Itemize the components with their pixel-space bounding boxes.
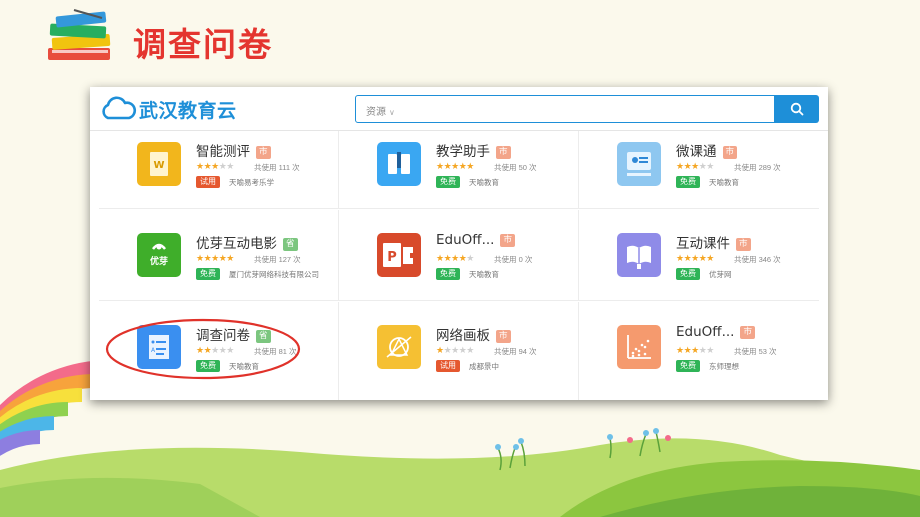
- rating-stars: ★★★★★: [436, 346, 474, 356]
- search-button[interactable]: [775, 95, 819, 123]
- provider-name: 厦门优芽网络科技有限公司: [229, 270, 319, 279]
- provider-name: 天喻教育: [709, 178, 739, 187]
- app-card[interactable]: EduOff... 市 ★★★★★ 共使用 53 次 免费 东师理想: [579, 302, 819, 400]
- svg-text:P: P: [387, 250, 397, 265]
- provider-name: 成都景中: [469, 362, 499, 371]
- provider-name: 优芽网: [709, 270, 732, 279]
- app-name: 教学助手: [436, 144, 490, 160]
- app-card[interactable]: W 智能测评市 ★★★★★ 共使用 111 次 试用 天喻易考乐学: [99, 131, 339, 209]
- price-badge: 免费: [676, 360, 700, 372]
- price-badge: 试用: [436, 360, 460, 372]
- usage-count: 共使用 53 次: [734, 347, 777, 356]
- svg-text:W: W: [153, 160, 164, 171]
- svg-text:优芽: 优芽: [150, 255, 168, 267]
- usage-count: 共使用 50 次: [494, 163, 537, 172]
- price-badge: 免费: [676, 268, 700, 280]
- powerpoint-icon: P: [377, 233, 421, 277]
- price-badge: 免费: [436, 268, 460, 280]
- usage-count: 共使用 289 次: [734, 163, 781, 172]
- search-icon: [790, 102, 804, 116]
- level-badge: 市: [496, 330, 511, 343]
- interactive-courseware-icon: [617, 233, 661, 277]
- app-card[interactable]: 教学助手市 ★★★★★ 共使用 50 次 免费 天喻教育: [339, 131, 579, 209]
- app-name: 智能测评: [196, 144, 250, 160]
- highlight-ellipse: [105, 318, 301, 380]
- level-badge: 省: [283, 238, 298, 251]
- cloud-icon: [102, 96, 137, 120]
- level-badge: 市: [500, 234, 515, 247]
- app-card[interactable]: 优芽 优芽互动电影省 ★★★★★ 共使用 127 次 免费 厦门优芽网络科技有限…: [99, 210, 339, 301]
- slide-title: 调查问卷: [133, 25, 273, 64]
- usage-count: 共使用 94 次: [494, 347, 537, 356]
- usage-count: 共使用 111 次: [254, 163, 300, 172]
- teaching-assistant-icon: [377, 142, 421, 186]
- app-name: EduOff...: [676, 324, 735, 340]
- search-input[interactable]: 资源 ∨: [355, 95, 775, 123]
- provider-name: 天喻教育: [469, 270, 499, 279]
- site-logo-text[interactable]: 武汉教育云: [139, 96, 237, 123]
- books-stack-icon: [48, 9, 111, 60]
- price-badge: 试用: [196, 176, 220, 188]
- price-badge: 免费: [436, 176, 460, 188]
- app-card[interactable]: 微课通市 ★★★★★ 共使用 289 次 免费 天喻教育: [579, 131, 819, 209]
- rating-stars: ★★★★★: [196, 162, 234, 172]
- app-name: EduOff...: [436, 232, 495, 248]
- micro-course-icon: [617, 142, 661, 186]
- youya-icon: 优芽: [137, 233, 181, 277]
- level-badge: 市: [740, 326, 755, 339]
- usage-count: 共使用 127 次: [254, 255, 301, 264]
- app-name: 互动课件: [676, 236, 730, 252]
- provider-name: 天喻教育: [469, 178, 499, 187]
- provider-name: 东师理想: [709, 362, 739, 371]
- app-card[interactable]: P EduOff... 市 ★★★★★ 共使用 0 次 免费 天喻教育: [339, 210, 579, 301]
- app-name: 优芽互动电影: [196, 236, 277, 252]
- usage-count: 共使用 346 次: [734, 255, 781, 264]
- app-name: 网络画板: [436, 328, 490, 344]
- header-bar: 武汉教育云 资源 ∨: [90, 87, 828, 131]
- price-badge: 免费: [676, 176, 700, 188]
- level-badge: 市: [496, 146, 511, 159]
- level-badge: 市: [722, 146, 738, 159]
- rating-stars: ★★★★★: [436, 162, 474, 172]
- smart-assessment-icon: W: [137, 142, 181, 186]
- app-card[interactable]: 网络画板市 ★★★★★ 共使用 94 次 试用 成都景中: [339, 302, 579, 400]
- rating-stars: ★★★★★: [676, 162, 714, 172]
- rating-stars: ★★★★★: [436, 254, 474, 264]
- usage-count: 共使用 0 次: [494, 255, 533, 264]
- app-card[interactable]: 互动课件市 ★★★★★ 共使用 346 次 免费 优芽网: [579, 210, 819, 301]
- rating-stars: ★★★★★: [676, 254, 714, 264]
- price-badge: 免费: [196, 268, 220, 280]
- level-badge: 市: [256, 146, 271, 159]
- chart-app-icon: [617, 325, 661, 369]
- geometry-board-icon: [377, 325, 421, 369]
- level-badge: 市: [736, 238, 751, 251]
- search-scope-dropdown[interactable]: 资源 ∨: [366, 103, 395, 118]
- rating-stars: ★★★★★: [676, 346, 714, 356]
- chevron-down-icon: ∨: [389, 108, 395, 117]
- app-name: 微课通: [676, 144, 717, 160]
- provider-name: 天喻易考乐学: [229, 178, 274, 187]
- rating-stars: ★★★★★: [196, 254, 234, 264]
